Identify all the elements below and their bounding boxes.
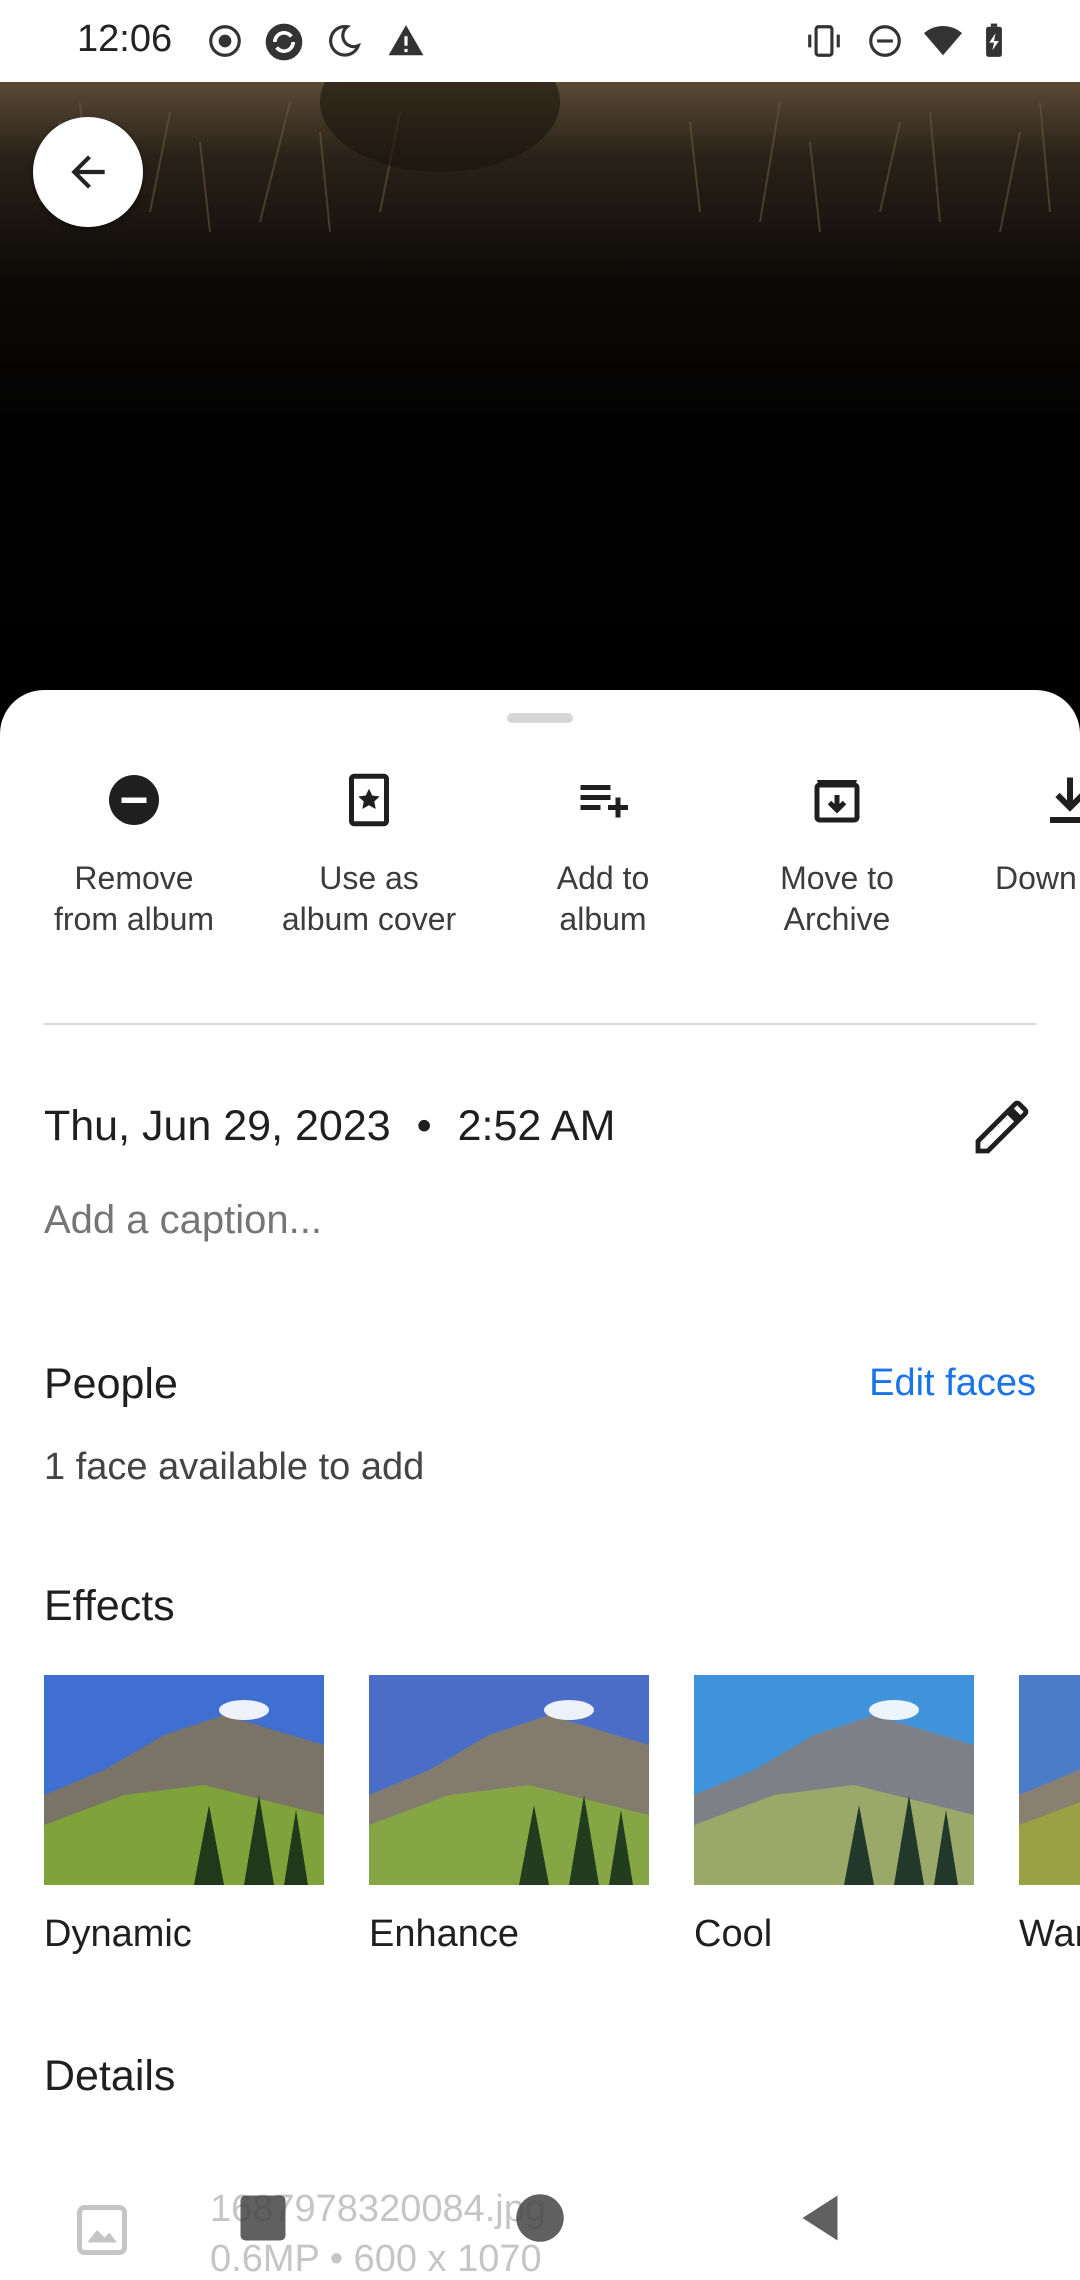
people-section-title: People <box>44 1360 178 1408</box>
effect-label: War <box>1019 1913 1080 1955</box>
back-button[interactable] <box>33 117 143 227</box>
effects-carousel[interactable]: Dynamic Enhance Cool Wa <box>44 1675 1080 1975</box>
action-label: Add to album <box>556 860 650 937</box>
status-time: 12:06 <box>77 18 173 60</box>
action-label: Move to Archive <box>780 860 894 937</box>
effect-warm[interactable]: War <box>1019 1675 1080 1956</box>
effect-enhance[interactable]: Enhance <box>369 1675 649 1956</box>
effect-cool[interactable]: Cool <box>694 1675 974 1956</box>
divider <box>44 1023 1036 1025</box>
back-triangle-icon[interactable] <box>790 2188 850 2248</box>
action-label: Down <box>995 860 1077 896</box>
action-row: Remove from album Use as album cover Add… <box>0 770 1080 960</box>
recents-square-icon[interactable] <box>233 2188 293 2248</box>
download-icon <box>1050 777 1080 823</box>
record-icon <box>209 25 241 57</box>
warning-icon <box>388 25 424 56</box>
navigation-bar <box>0 2170 1080 2280</box>
remove-from-album-button[interactable]: Remove from album <box>17 770 251 940</box>
edit-date-pencil-icon[interactable] <box>970 1095 1034 1159</box>
photo-grass <box>39 82 1051 233</box>
effect-label: Cool <box>694 1913 773 1955</box>
album-cover-star-icon <box>349 773 389 827</box>
date-time-separator: • <box>416 1102 432 1150</box>
sheet-drag-handle[interactable] <box>507 713 573 723</box>
effect-thumbnail <box>369 1675 649 1885</box>
effects-section-title: Effects <box>44 1582 175 1630</box>
faces-available-text: 1 face available to add <box>44 1446 425 1488</box>
effect-dynamic[interactable]: Dynamic <box>44 1675 324 1956</box>
date-time-row: Thu, Jun 29, 2023 • 2:52 AM <box>44 1102 615 1151</box>
arrow-back-icon <box>71 155 105 189</box>
playlist-add-icon <box>580 785 628 818</box>
wifi-icon <box>924 25 962 56</box>
edit-faces-link[interactable]: Edit faces <box>869 1362 1036 1405</box>
do-not-disturb-icon <box>869 25 901 57</box>
remove-circle-icon <box>109 775 159 825</box>
archive-icon <box>814 780 860 823</box>
home-circle-icon[interactable] <box>510 2188 570 2248</box>
battery-charging-icon <box>986 23 1002 57</box>
photo-view[interactable] <box>0 82 1080 702</box>
night-mode-icon <box>329 25 362 57</box>
action-label: Use as album cover <box>281 860 457 937</box>
photo-time: 2:52 AM <box>457 1102 616 1150</box>
details-section-title: Details <box>44 2052 176 2100</box>
effect-thumbnail <box>1019 1675 1080 1885</box>
use-as-album-cover-button[interactable]: Use as album cover <box>252 770 486 940</box>
vibrate-icon <box>808 25 840 57</box>
move-to-archive-button[interactable]: Move to Archive <box>720 770 954 940</box>
caption-input[interactable]: Add a caption... <box>44 1198 322 1243</box>
effect-thumbnail <box>694 1675 974 1885</box>
effect-label: Dynamic <box>44 1913 192 1955</box>
info-sheet: Remove from album Use as album cover Add… <box>0 690 1080 2280</box>
action-label: Remove from album <box>53 860 215 937</box>
photo-date: Thu, Jun 29, 2023 <box>44 1102 391 1150</box>
add-to-album-button[interactable]: Add to album <box>486 770 720 940</box>
download-button[interactable]: Down <box>955 770 1080 899</box>
status-bar: 12:06 <box>0 0 1080 82</box>
sync-icon <box>265 23 303 61</box>
effect-thumbnail <box>44 1675 324 1885</box>
effect-label: Enhance <box>369 1913 520 1955</box>
